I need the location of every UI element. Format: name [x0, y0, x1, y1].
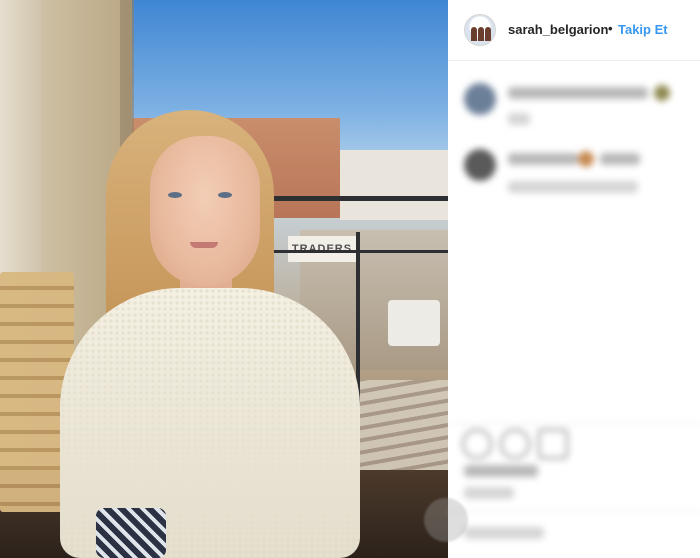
likes-count-blurred	[464, 465, 538, 477]
comment-meta-blurred	[508, 181, 638, 193]
blurred-comments-area	[448, 61, 700, 558]
header-separator: •	[608, 21, 613, 36]
comment-emoji	[578, 151, 594, 167]
add-comment-input-blurred[interactable]	[464, 527, 544, 539]
photo-eye	[218, 192, 232, 198]
comment-meta-blurred	[508, 113, 530, 125]
post-side-panel: sarah_belgarion • Takip Et	[448, 0, 700, 558]
actions-divider	[448, 423, 700, 424]
post-photo: TRADERS	[0, 0, 448, 558]
photo-eye	[168, 192, 182, 198]
avatar-figure	[485, 27, 491, 41]
comment-text-blurred	[508, 153, 578, 165]
comment-input-divider	[448, 511, 700, 512]
follow-button[interactable]: Takip Et	[618, 22, 668, 37]
comment-avatar	[464, 149, 496, 181]
photo-skirt	[96, 508, 166, 558]
avatar-figure	[478, 27, 484, 41]
avatar-figure	[471, 27, 477, 41]
share-icon[interactable]	[538, 429, 568, 459]
comment-emoji	[654, 85, 670, 101]
instagram-post: TRADERS sarah_belgarion • Takip Et	[0, 0, 700, 558]
post-header: sarah_belgarion • Takip Et	[448, 0, 700, 61]
heart-icon[interactable]	[462, 429, 492, 459]
photo-person	[52, 110, 362, 558]
post-date-blurred	[464, 487, 514, 499]
comment-text-blurred	[600, 153, 640, 165]
photo-tree	[0, 0, 42, 290]
photo-face	[150, 136, 260, 286]
comment-avatar	[464, 83, 496, 115]
profile-username[interactable]: sarah_belgarion	[508, 22, 608, 37]
photo-mouth	[190, 242, 218, 248]
comment-text-blurred	[508, 87, 648, 99]
watermark-logo	[424, 498, 468, 542]
profile-avatar[interactable]	[464, 14, 496, 46]
photo-truck	[388, 300, 440, 346]
comment-icon[interactable]	[500, 429, 530, 459]
